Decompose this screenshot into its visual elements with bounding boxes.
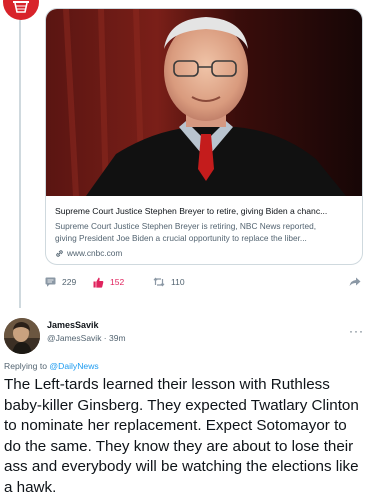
article-description-line2: giving President Joe Biden a crucial opp… bbox=[55, 233, 307, 243]
like-count: 152 bbox=[110, 277, 125, 287]
reply-button[interactable]: 229 bbox=[45, 277, 93, 287]
user-handle-time: @JamesSavik · 39m bbox=[47, 333, 126, 343]
article-domain: www.cnbc.com bbox=[67, 248, 123, 258]
retweet-button[interactable]: 110 bbox=[153, 277, 213, 287]
user-display-name[interactable]: JamesSavik bbox=[47, 320, 99, 330]
link-preview-card[interactable]: Supreme Court Justice Stephen Breyer to … bbox=[45, 8, 363, 265]
article-description: Supreme Court Justice Stephen Breyer is … bbox=[55, 220, 354, 244]
tweet-body: The Left-tards learned their lesson with… bbox=[4, 376, 359, 496]
share-button[interactable] bbox=[349, 277, 361, 287]
article-photo bbox=[46, 9, 362, 196]
basketball-hoop-icon bbox=[13, 1, 29, 13]
replying-to-mention[interactable]: @DailyNews bbox=[49, 361, 98, 371]
user-avatar[interactable] bbox=[4, 318, 40, 354]
reply-icon bbox=[45, 277, 56, 287]
link-icon bbox=[56, 250, 63, 257]
replying-to: Replying to @DailyNews bbox=[4, 361, 99, 371]
article-source-link[interactable]: www.cnbc.com bbox=[55, 248, 354, 259]
more-options-button[interactable]: ··· bbox=[349, 324, 364, 338]
replying-prefix: Replying to bbox=[4, 361, 47, 371]
source-avatar[interactable] bbox=[3, 0, 39, 20]
share-arrow-icon bbox=[349, 277, 361, 286]
article-description-line1: Supreme Court Justice Stephen Breyer is … bbox=[55, 221, 316, 231]
article-title[interactable]: Supreme Court Justice Stephen Breyer to … bbox=[55, 205, 354, 217]
thumbs-up-icon bbox=[93, 277, 104, 288]
like-button[interactable]: 152 bbox=[93, 277, 153, 288]
tweet-actions: 229 152 110 bbox=[45, 275, 363, 289]
retweet-icon bbox=[153, 277, 165, 287]
thread-connector-line bbox=[19, 0, 21, 308]
retweet-count: 110 bbox=[171, 277, 185, 287]
reply-count: 229 bbox=[62, 277, 77, 287]
